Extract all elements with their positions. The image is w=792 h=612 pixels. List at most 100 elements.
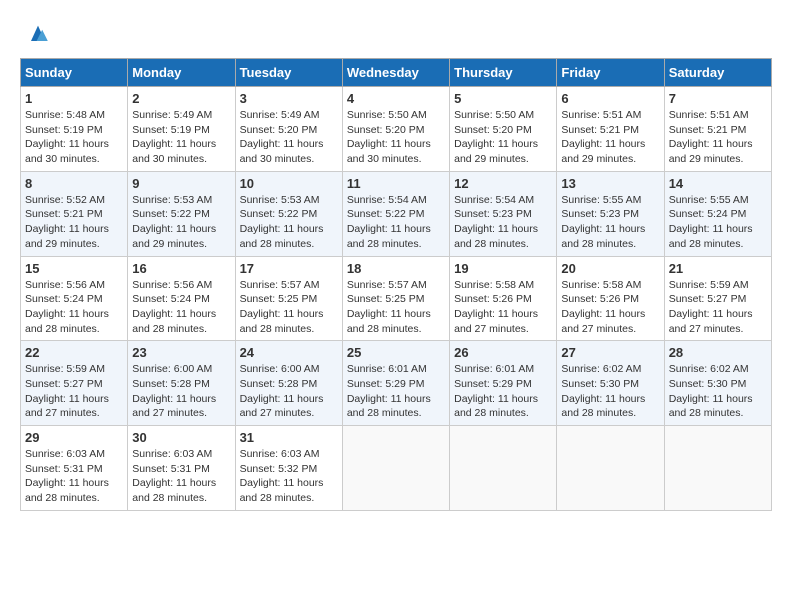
day-number: 9 [132,176,230,191]
day-number: 15 [25,261,123,276]
calendar-cell: 29 Sunrise: 6:03 AMSunset: 5:31 PMDaylig… [21,426,128,511]
day-number: 12 [454,176,552,191]
day-info: Sunrise: 5:50 AMSunset: 5:20 PMDaylight:… [454,109,538,165]
calendar-cell: 31 Sunrise: 6:03 AMSunset: 5:32 PMDaylig… [235,426,342,511]
day-number: 2 [132,91,230,106]
day-number: 7 [669,91,767,106]
day-number: 17 [240,261,338,276]
calendar-cell: 10 Sunrise: 5:53 AMSunset: 5:22 PMDaylig… [235,171,342,256]
calendar-cell: 25 Sunrise: 6:01 AMSunset: 5:29 PMDaylig… [342,341,449,426]
day-number: 31 [240,430,338,445]
header [20,20,772,48]
calendar-cell [557,426,664,511]
day-info: Sunrise: 5:58 AMSunset: 5:26 PMDaylight:… [454,279,538,335]
weekday-header: Tuesday [235,59,342,87]
day-number: 4 [347,91,445,106]
day-number: 28 [669,345,767,360]
day-number: 24 [240,345,338,360]
day-info: Sunrise: 5:52 AMSunset: 5:21 PMDaylight:… [25,194,109,250]
day-info: Sunrise: 6:00 AMSunset: 5:28 PMDaylight:… [240,363,324,419]
day-number: 14 [669,176,767,191]
calendar-cell: 5 Sunrise: 5:50 AMSunset: 5:20 PMDayligh… [450,87,557,172]
day-number: 20 [561,261,659,276]
day-info: Sunrise: 5:58 AMSunset: 5:26 PMDaylight:… [561,279,645,335]
day-number: 21 [669,261,767,276]
day-info: Sunrise: 5:56 AMSunset: 5:24 PMDaylight:… [132,279,216,335]
day-info: Sunrise: 6:02 AMSunset: 5:30 PMDaylight:… [561,363,645,419]
calendar-cell: 23 Sunrise: 6:00 AMSunset: 5:28 PMDaylig… [128,341,235,426]
day-number: 19 [454,261,552,276]
calendar-cell: 3 Sunrise: 5:49 AMSunset: 5:20 PMDayligh… [235,87,342,172]
calendar-cell [342,426,449,511]
day-info: Sunrise: 5:59 AMSunset: 5:27 PMDaylight:… [25,363,109,419]
day-number: 27 [561,345,659,360]
calendar-cell: 24 Sunrise: 6:00 AMSunset: 5:28 PMDaylig… [235,341,342,426]
day-number: 23 [132,345,230,360]
calendar: SundayMondayTuesdayWednesdayThursdayFrid… [20,58,772,511]
day-number: 3 [240,91,338,106]
weekday-header: Thursday [450,59,557,87]
calendar-cell: 26 Sunrise: 6:01 AMSunset: 5:29 PMDaylig… [450,341,557,426]
day-info: Sunrise: 6:00 AMSunset: 5:28 PMDaylight:… [132,363,216,419]
day-number: 6 [561,91,659,106]
day-info: Sunrise: 6:03 AMSunset: 5:31 PMDaylight:… [132,448,216,504]
weekday-header: Sunday [21,59,128,87]
calendar-cell: 16 Sunrise: 5:56 AMSunset: 5:24 PMDaylig… [128,256,235,341]
day-info: Sunrise: 5:57 AMSunset: 5:25 PMDaylight:… [347,279,431,335]
day-info: Sunrise: 5:59 AMSunset: 5:27 PMDaylight:… [669,279,753,335]
day-number: 16 [132,261,230,276]
calendar-cell: 22 Sunrise: 5:59 AMSunset: 5:27 PMDaylig… [21,341,128,426]
day-number: 30 [132,430,230,445]
day-info: Sunrise: 5:55 AMSunset: 5:24 PMDaylight:… [669,194,753,250]
weekday-header: Friday [557,59,664,87]
calendar-cell: 18 Sunrise: 5:57 AMSunset: 5:25 PMDaylig… [342,256,449,341]
day-number: 1 [25,91,123,106]
day-info: Sunrise: 5:50 AMSunset: 5:20 PMDaylight:… [347,109,431,165]
calendar-cell: 21 Sunrise: 5:59 AMSunset: 5:27 PMDaylig… [664,256,771,341]
day-info: Sunrise: 5:48 AMSunset: 5:19 PMDaylight:… [25,109,109,165]
logo [20,20,52,48]
day-info: Sunrise: 5:54 AMSunset: 5:23 PMDaylight:… [454,194,538,250]
calendar-cell: 8 Sunrise: 5:52 AMSunset: 5:21 PMDayligh… [21,171,128,256]
day-info: Sunrise: 5:53 AMSunset: 5:22 PMDaylight:… [132,194,216,250]
calendar-cell: 30 Sunrise: 6:03 AMSunset: 5:31 PMDaylig… [128,426,235,511]
day-info: Sunrise: 5:55 AMSunset: 5:23 PMDaylight:… [561,194,645,250]
weekday-header: Saturday [664,59,771,87]
calendar-cell: 9 Sunrise: 5:53 AMSunset: 5:22 PMDayligh… [128,171,235,256]
calendar-cell [664,426,771,511]
logo-icon [24,20,52,48]
day-number: 5 [454,91,552,106]
day-number: 10 [240,176,338,191]
day-info: Sunrise: 6:02 AMSunset: 5:30 PMDaylight:… [669,363,753,419]
calendar-cell [450,426,557,511]
calendar-cell: 1 Sunrise: 5:48 AMSunset: 5:19 PMDayligh… [21,87,128,172]
day-info: Sunrise: 5:54 AMSunset: 5:22 PMDaylight:… [347,194,431,250]
calendar-cell: 28 Sunrise: 6:02 AMSunset: 5:30 PMDaylig… [664,341,771,426]
day-info: Sunrise: 5:53 AMSunset: 5:22 PMDaylight:… [240,194,324,250]
day-info: Sunrise: 5:51 AMSunset: 5:21 PMDaylight:… [561,109,645,165]
day-number: 8 [25,176,123,191]
calendar-cell: 17 Sunrise: 5:57 AMSunset: 5:25 PMDaylig… [235,256,342,341]
calendar-cell: 6 Sunrise: 5:51 AMSunset: 5:21 PMDayligh… [557,87,664,172]
calendar-cell: 15 Sunrise: 5:56 AMSunset: 5:24 PMDaylig… [21,256,128,341]
calendar-cell: 4 Sunrise: 5:50 AMSunset: 5:20 PMDayligh… [342,87,449,172]
day-info: Sunrise: 6:01 AMSunset: 5:29 PMDaylight:… [454,363,538,419]
day-number: 22 [25,345,123,360]
day-info: Sunrise: 6:03 AMSunset: 5:31 PMDaylight:… [25,448,109,504]
day-info: Sunrise: 5:57 AMSunset: 5:25 PMDaylight:… [240,279,324,335]
calendar-cell: 7 Sunrise: 5:51 AMSunset: 5:21 PMDayligh… [664,87,771,172]
day-number: 29 [25,430,123,445]
day-number: 25 [347,345,445,360]
calendar-cell: 12 Sunrise: 5:54 AMSunset: 5:23 PMDaylig… [450,171,557,256]
day-number: 18 [347,261,445,276]
day-number: 26 [454,345,552,360]
calendar-cell: 13 Sunrise: 5:55 AMSunset: 5:23 PMDaylig… [557,171,664,256]
weekday-header: Monday [128,59,235,87]
day-info: Sunrise: 6:03 AMSunset: 5:32 PMDaylight:… [240,448,324,504]
calendar-cell: 11 Sunrise: 5:54 AMSunset: 5:22 PMDaylig… [342,171,449,256]
calendar-cell: 2 Sunrise: 5:49 AMSunset: 5:19 PMDayligh… [128,87,235,172]
calendar-cell: 14 Sunrise: 5:55 AMSunset: 5:24 PMDaylig… [664,171,771,256]
calendar-cell: 27 Sunrise: 6:02 AMSunset: 5:30 PMDaylig… [557,341,664,426]
day-info: Sunrise: 5:51 AMSunset: 5:21 PMDaylight:… [669,109,753,165]
day-info: Sunrise: 5:49 AMSunset: 5:19 PMDaylight:… [132,109,216,165]
